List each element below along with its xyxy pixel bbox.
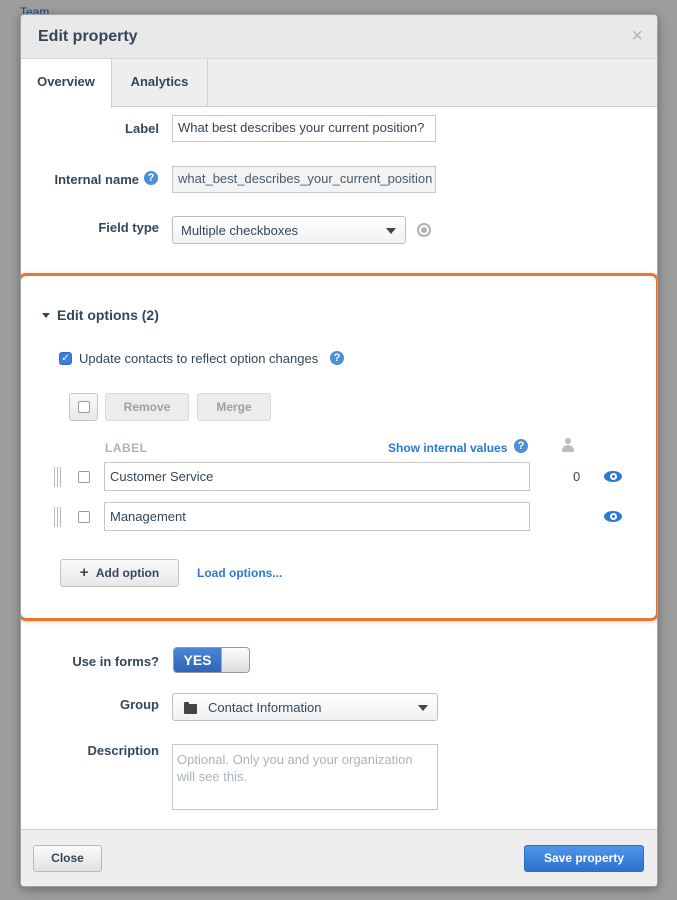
help-icon[interactable]: ? [144, 171, 158, 185]
group-label: Group [120, 697, 159, 712]
help-icon[interactable]: ? [330, 351, 344, 365]
option-label-input[interactable]: Customer Service [104, 462, 530, 491]
label-input[interactable]: What best describes your current positio… [172, 115, 436, 142]
show-internal-values-link[interactable]: Show internal values [388, 441, 507, 455]
add-option-button[interactable]: + Add option [60, 559, 179, 587]
help-icon[interactable]: ? [514, 439, 528, 453]
description-label: Description [87, 743, 159, 758]
modal-header: Edit property × [21, 15, 657, 59]
chevron-down-icon [418, 705, 428, 711]
internal-name-input[interactable]: what_best_describes_your_current_positio… [172, 166, 436, 193]
field-type-label: Field type [98, 220, 159, 235]
select-all-button[interactable] [69, 393, 98, 421]
select-all-checkbox [78, 401, 90, 413]
option-label-input[interactable]: Management [104, 502, 530, 531]
tab-bar: Overview Analytics [21, 59, 657, 108]
save-property-button[interactable]: Save property [524, 845, 644, 872]
use-in-forms-toggle[interactable]: YES [173, 647, 250, 673]
tab-overview[interactable]: Overview [21, 59, 112, 108]
description-textarea[interactable]: Optional. Only you and your organization… [172, 744, 438, 810]
load-options-link[interactable]: Load options... [197, 566, 282, 580]
use-in-forms-label: Use in forms? [72, 654, 159, 669]
group-select[interactable]: Contact Information [172, 693, 438, 721]
option-contact-count: 0 [573, 469, 581, 484]
toggle-yes-label: YES [174, 648, 221, 672]
modal-footer: Close Save property [21, 829, 657, 886]
field-type-preview-icon[interactable] [417, 223, 431, 237]
drag-handle-icon[interactable] [54, 507, 62, 527]
eye-icon[interactable] [604, 511, 622, 522]
add-option-label: Add option [95, 566, 160, 580]
edit-property-modal: Edit property × Overview Analytics Label… [20, 14, 658, 887]
modal-title: Edit property [38, 28, 138, 45]
option-checkbox[interactable] [78, 511, 90, 523]
drag-handle-icon[interactable] [54, 467, 62, 487]
field-type-select[interactable]: Multiple checkboxes [172, 216, 406, 244]
tab-analytics[interactable]: Analytics [112, 59, 208, 107]
field-type-value: Multiple checkboxes [181, 223, 299, 238]
collapse-triangle-icon[interactable] [42, 313, 50, 318]
merge-button[interactable]: Merge [197, 393, 271, 421]
toggle-knob [221, 648, 249, 672]
edit-options-title[interactable]: Edit options (2) [57, 307, 159, 323]
close-icon[interactable]: × [631, 25, 643, 48]
remove-button[interactable]: Remove [105, 393, 189, 421]
option-checkbox[interactable] [78, 471, 90, 483]
chevron-down-icon [386, 228, 396, 234]
folder-icon [184, 702, 197, 714]
column-label-header: LABEL [105, 441, 148, 455]
update-contacts-checkbox[interactable]: ✓ [59, 352, 72, 365]
plus-icon: + [79, 564, 89, 581]
eye-icon[interactable] [604, 471, 622, 482]
label-field-label: Label [125, 121, 159, 136]
person-icon [561, 438, 575, 452]
edit-options-panel: Edit options (2) ✓ Update contacts to re… [21, 273, 657, 621]
group-value: Contact Information [208, 700, 322, 715]
close-button[interactable]: Close [33, 845, 102, 872]
internal-name-label: Internal name [54, 172, 139, 187]
update-contacts-label: Update contacts to reflect option change… [79, 351, 319, 366]
